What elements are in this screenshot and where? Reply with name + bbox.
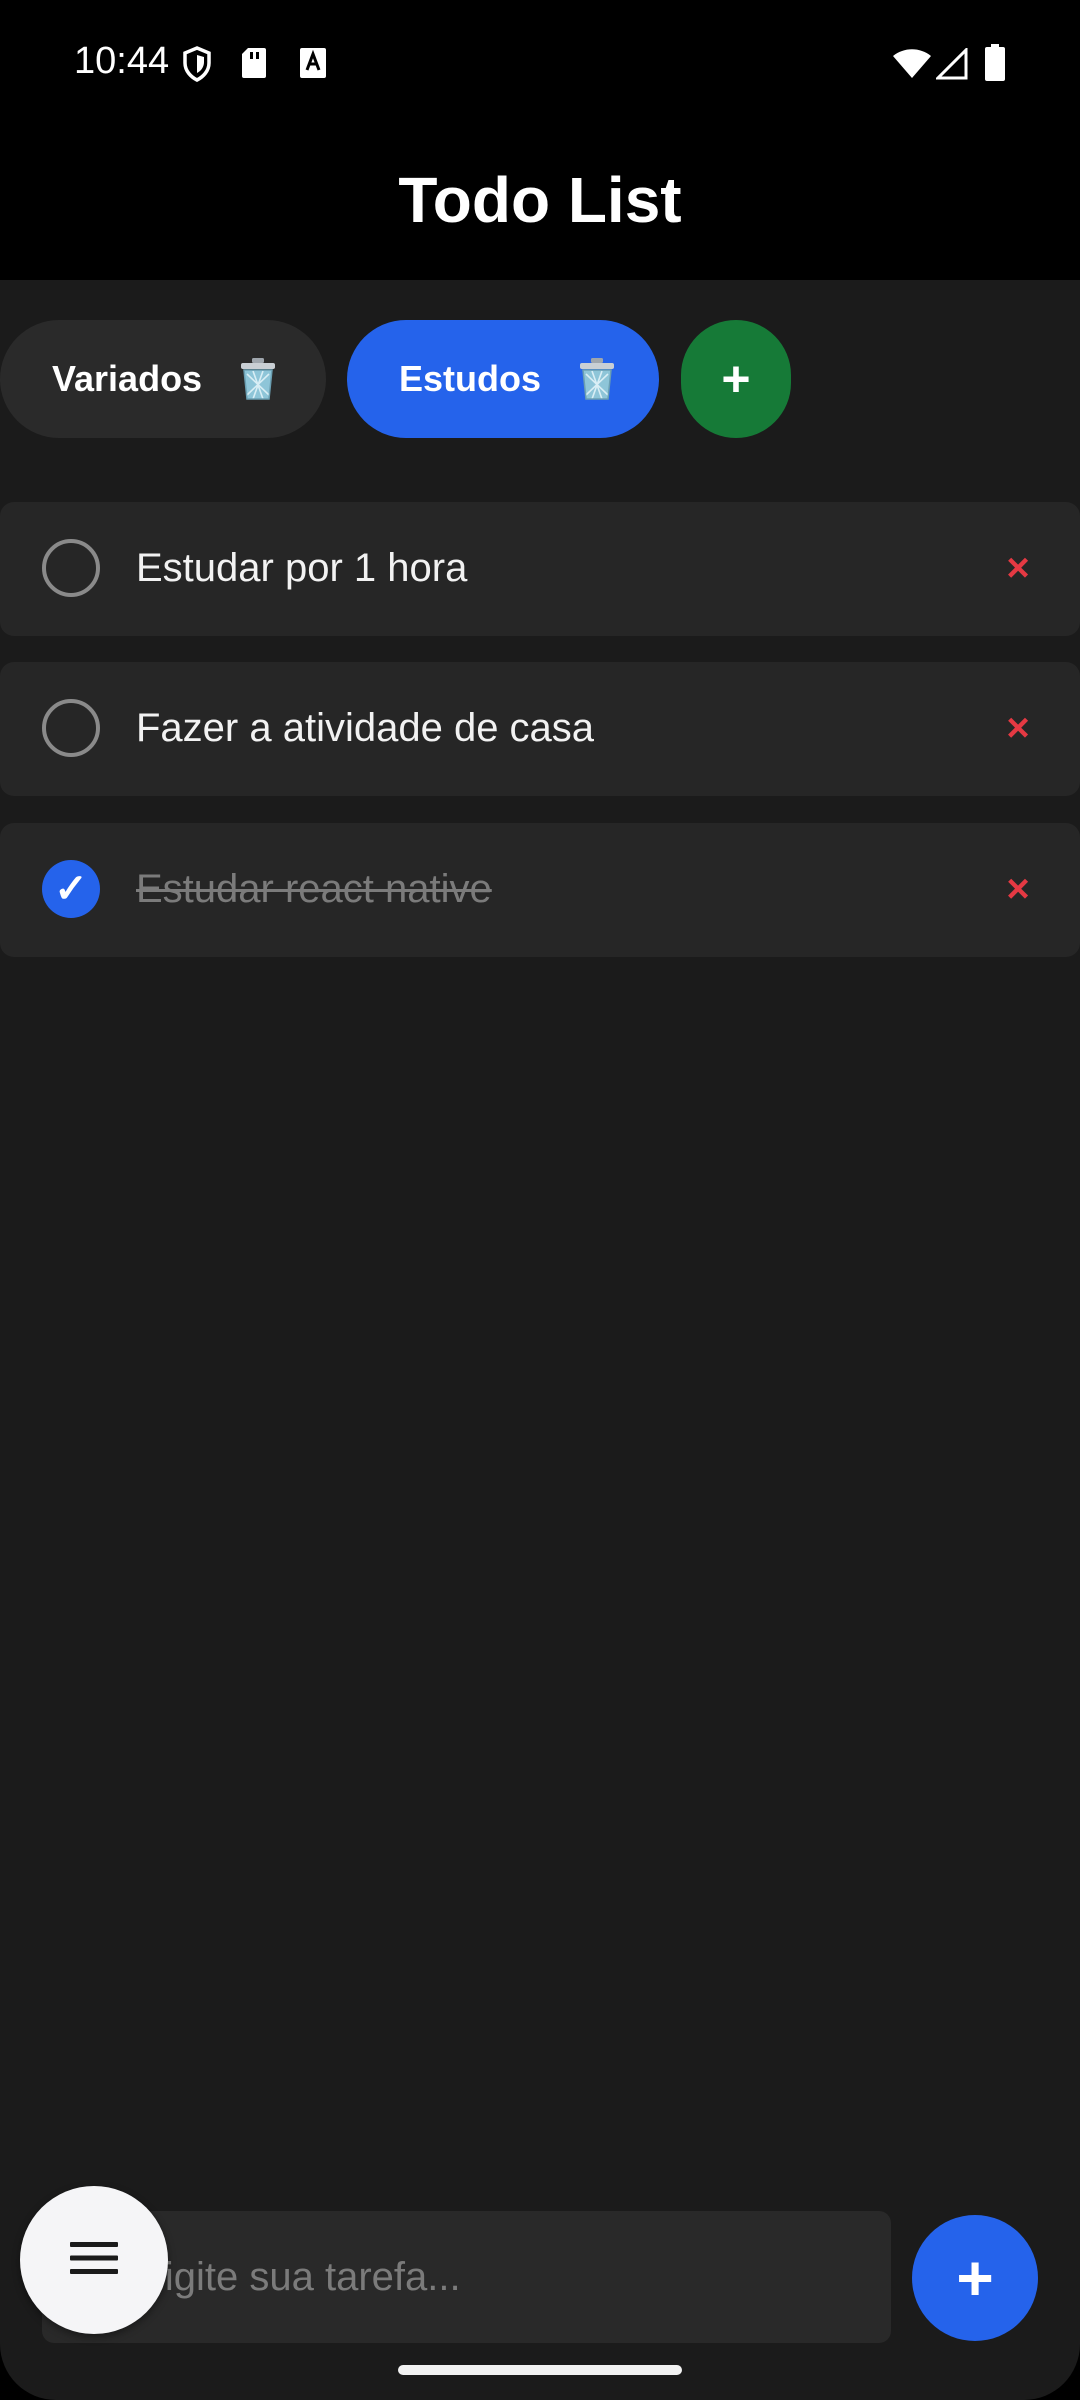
task-input[interactable] — [42, 2211, 891, 2343]
menu-icon — [69, 2240, 119, 2281]
task-checkbox-checked[interactable]: ✓ — [42, 860, 100, 918]
task-item[interactable]: ✓ Estudar react native × — [0, 823, 1080, 957]
task-text: Estudar por 1 hora — [136, 546, 468, 590]
page-title: Todo List — [398, 164, 682, 236]
category-tabs: Variados Estudos + — [0, 320, 1080, 438]
menu-button[interactable] — [20, 2186, 168, 2334]
task-item[interactable]: Estudar por 1 hora × — [0, 502, 1080, 636]
screen: 10:44 Todo List Variados Estudos + Estud… — [0, 0, 1080, 2400]
delete-task-button[interactable]: × — [998, 546, 1038, 590]
trash-icon[interactable] — [238, 357, 278, 401]
task-checkbox[interactable] — [42, 539, 100, 597]
task-text: Estudar react native — [136, 867, 492, 911]
category-label: Variados — [52, 358, 203, 399]
add-task-button[interactable]: + — [912, 2215, 1038, 2341]
text-a-icon — [298, 46, 328, 85]
category-label: Estudos — [399, 358, 542, 399]
status-bar: 10:44 — [0, 0, 1080, 130]
home-indicator[interactable] — [398, 2365, 682, 2375]
app-header: Todo List — [0, 130, 1080, 280]
battery-icon — [984, 44, 1006, 87]
task-checkbox[interactable] — [42, 699, 100, 757]
wifi-icon — [892, 48, 932, 85]
category-tab-estudos[interactable]: Estudos — [347, 320, 659, 438]
shield-icon — [182, 46, 212, 87]
task-text: Fazer a atividade de casa — [136, 706, 595, 750]
delete-task-button[interactable]: × — [998, 706, 1038, 750]
task-item[interactable]: Fazer a atividade de casa × — [0, 662, 1080, 796]
signal-icon — [934, 46, 968, 85]
category-tab-variados[interactable]: Variados — [0, 320, 326, 438]
add-category-button[interactable]: + — [681, 320, 791, 438]
sd-card-icon — [240, 46, 268, 85]
trash-icon[interactable] — [577, 357, 617, 401]
status-time: 10:44 — [74, 40, 170, 82]
delete-task-button[interactable]: × — [998, 867, 1038, 911]
